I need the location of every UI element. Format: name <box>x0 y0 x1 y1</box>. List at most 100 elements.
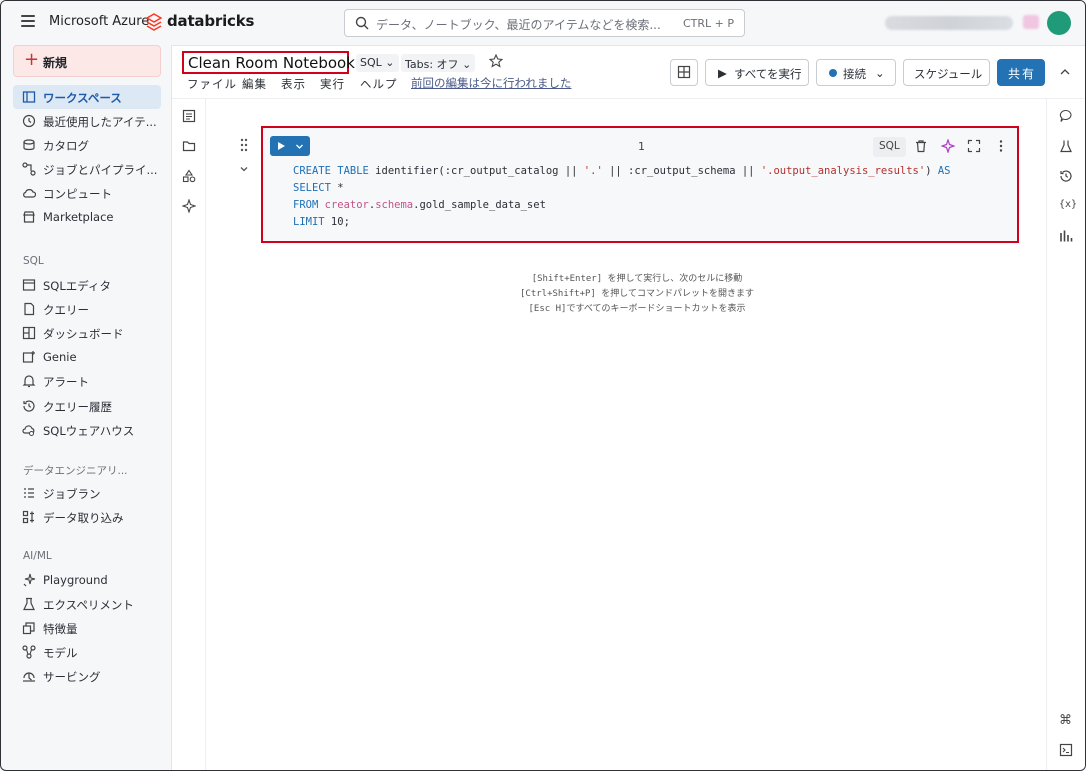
share-button[interactable]: 共有 <box>997 59 1045 86</box>
cloud-icon <box>23 189 36 198</box>
code-token: || :cr_output_schema || <box>602 165 761 177</box>
connect-label: 接続 <box>843 67 866 81</box>
sidebar-item-sql-warehouses[interactable]: SQLウェアハウス <box>13 418 161 442</box>
sidebar-item-query-history[interactable]: クエリー履歴 <box>13 394 161 418</box>
code-cell[interactable]: 1 SQL CREATE TABLE identifier(:cr_output… <box>261 126 1019 243</box>
brand-databricks[interactable]: databricks <box>167 12 254 30</box>
sidebar-item-data-ingestion[interactable]: データ取り込み <box>13 505 161 529</box>
store-icon <box>23 211 35 223</box>
connect-button[interactable]: 接続 ⌄ <box>816 59 896 86</box>
code-editor[interactable]: CREATE TABLE identifier(:cr_output_catal… <box>293 163 951 231</box>
global-search[interactable]: データ、ノートブック、最近のアイテムなどを検索... CTRL + P <box>344 9 745 37</box>
avatar[interactable] <box>1047 11 1071 35</box>
run-all-button[interactable]: ▶ すべてを実行 <box>705 59 809 86</box>
sidebar-item-sql-editor[interactable]: SQLエディタ <box>13 273 161 297</box>
terminal-icon[interactable] <box>1059 743 1073 757</box>
table-of-contents-icon[interactable] <box>182 109 196 123</box>
shortcut-command-icon[interactable]: ⌘ <box>1059 713 1073 728</box>
sidebar-item-label: Playground <box>43 573 108 587</box>
history-icon <box>23 400 35 412</box>
sidebar: + 新規 ワークスペース 最近使用したアイテ... カタログ ジョブとパイプライ… <box>1 45 171 770</box>
sidebar-item-label: SQLウェアハウス <box>43 424 135 438</box>
search-shortcut: CTRL + P <box>682 17 734 30</box>
sidebar-item-label: カタログ <box>43 139 89 153</box>
chevron-up-icon[interactable] <box>1059 66 1071 78</box>
sidebar-item-alerts[interactable]: アラート <box>13 369 161 393</box>
language-dropdown[interactable]: SQL ⌄ <box>356 54 399 72</box>
sidebar-item-label: Genie <box>43 350 77 364</box>
sidebar-item-jobs[interactable]: ジョブとパイプライ... <box>13 157 161 181</box>
databricks-logo-icon <box>146 13 162 31</box>
version-history-icon[interactable] <box>1059 169 1073 183</box>
sidebar-item-marketplace[interactable]: Marketplace <box>13 205 161 229</box>
cell-language-chip[interactable]: SQL <box>873 137 906 157</box>
code-token: .gold_sample_data_set <box>413 199 546 211</box>
sidebar-item-dashboards[interactable]: ダッシュボード <box>13 321 161 345</box>
code-token: creator <box>318 199 369 211</box>
notebook-title[interactable]: Clean Room Notebook <box>188 54 355 72</box>
code-token: SELECT <box>293 182 331 194</box>
sidebar-item-serving[interactable]: サービング <box>13 664 161 688</box>
run-cell-button[interactable] <box>270 136 310 156</box>
more-vertical-icon[interactable] <box>994 139 1008 153</box>
experiment-flask-icon[interactable] <box>1059 139 1073 153</box>
sidebar-item-label: モデル <box>43 646 78 660</box>
sidebar-item-compute[interactable]: コンピュート <box>13 181 161 205</box>
shapes-icon[interactable] <box>182 169 196 183</box>
menu-run[interactable]: 実行 <box>320 76 345 92</box>
sidebar-item-features[interactable]: 特徴量 <box>13 616 161 640</box>
bar-chart-icon[interactable] <box>1059 229 1073 243</box>
comment-icon[interactable] <box>1059 109 1073 123</box>
sidebar-item-workspace[interactable]: ワークスペース <box>13 85 161 109</box>
language-label: SQL <box>360 56 382 69</box>
fullscreen-icon[interactable] <box>967 139 981 153</box>
favorite-star-icon[interactable] <box>489 54 503 68</box>
clock-icon <box>22 114 36 128</box>
hamburger-menu-icon[interactable] <box>21 15 35 27</box>
schedule-label: スケジュール <box>914 67 983 81</box>
variables-icon[interactable]: {x} <box>1059 199 1077 213</box>
plus-icon: + <box>24 49 40 70</box>
last-edit-link[interactable]: 前回の編集は今に行われました <box>411 75 571 91</box>
features-icon <box>22 622 35 635</box>
assistant-sparkle-icon[interactable] <box>182 199 196 213</box>
code-line-3: FROM creator.schema.gold_sample_data_set <box>293 197 951 214</box>
menu-help[interactable]: ヘルプ <box>360 76 398 92</box>
flask-icon <box>23 597 35 611</box>
folder-icon[interactable] <box>182 139 196 153</box>
sidebar-item-label: ワークスペース <box>43 91 122 105</box>
sidebar-item-queries[interactable]: クエリー <box>13 297 161 321</box>
sidebar-item-recents[interactable]: 最近使用したアイテ... <box>13 109 161 133</box>
chevron-down-icon <box>296 144 303 149</box>
menu-edit[interactable]: 編集 <box>242 76 267 92</box>
section-ai-ml: AI/ML <box>23 550 52 562</box>
assistant-sparkle-icon[interactable] <box>941 139 955 153</box>
brand-microsoft-azure: Microsoft Azure <box>49 14 150 29</box>
schedule-button[interactable]: スケジュール <box>903 59 990 86</box>
search-input[interactable]: データ、ノートブック、最近のアイテムなどを検索... <box>376 16 661 33</box>
workspace-switcher[interactable] <box>885 16 1013 30</box>
sidebar-item-experiments[interactable]: エクスペリメント <box>13 592 161 616</box>
right-tool-rail: {x} ⌘ <box>1046 99 1084 770</box>
sidebar-item-models[interactable]: モデル <box>13 640 161 664</box>
tabs-label: Tabs: オフ <box>405 58 459 71</box>
sidebar-item-catalog[interactable]: カタログ <box>13 133 161 157</box>
layout-button[interactable] <box>670 59 698 86</box>
top-bar: Microsoft Azure databricks データ、ノートブック、最近… <box>1 1 1085 45</box>
menu-file[interactable]: ファイル <box>187 76 237 92</box>
sidebar-item-label: クエリー <box>43 303 89 317</box>
tabs-toggle[interactable]: Tabs: オフ ⌄ <box>401 54 476 72</box>
code-token: CREATE TABLE <box>293 165 369 177</box>
trash-icon[interactable] <box>914 139 928 153</box>
new-button[interactable]: + 新規 <box>13 45 161 77</box>
code-token: AS <box>937 165 951 177</box>
sidebar-item-playground[interactable]: Playground <box>13 568 161 592</box>
section-sql: SQL <box>23 255 44 267</box>
sidebar-item-genie[interactable]: Genie <box>13 345 161 369</box>
hint-shortcuts: [Esc H]ですべてのキーボードショートカットを表示 <box>528 304 746 314</box>
collapse-cell-chevron-icon[interactable] <box>239 164 249 174</box>
menu-view[interactable]: 表示 <box>281 76 306 92</box>
layout-grid-icon <box>677 65 691 79</box>
drag-handle-icon[interactable] <box>239 138 249 152</box>
sidebar-item-job-runs[interactable]: ジョブラン <box>13 481 161 505</box>
